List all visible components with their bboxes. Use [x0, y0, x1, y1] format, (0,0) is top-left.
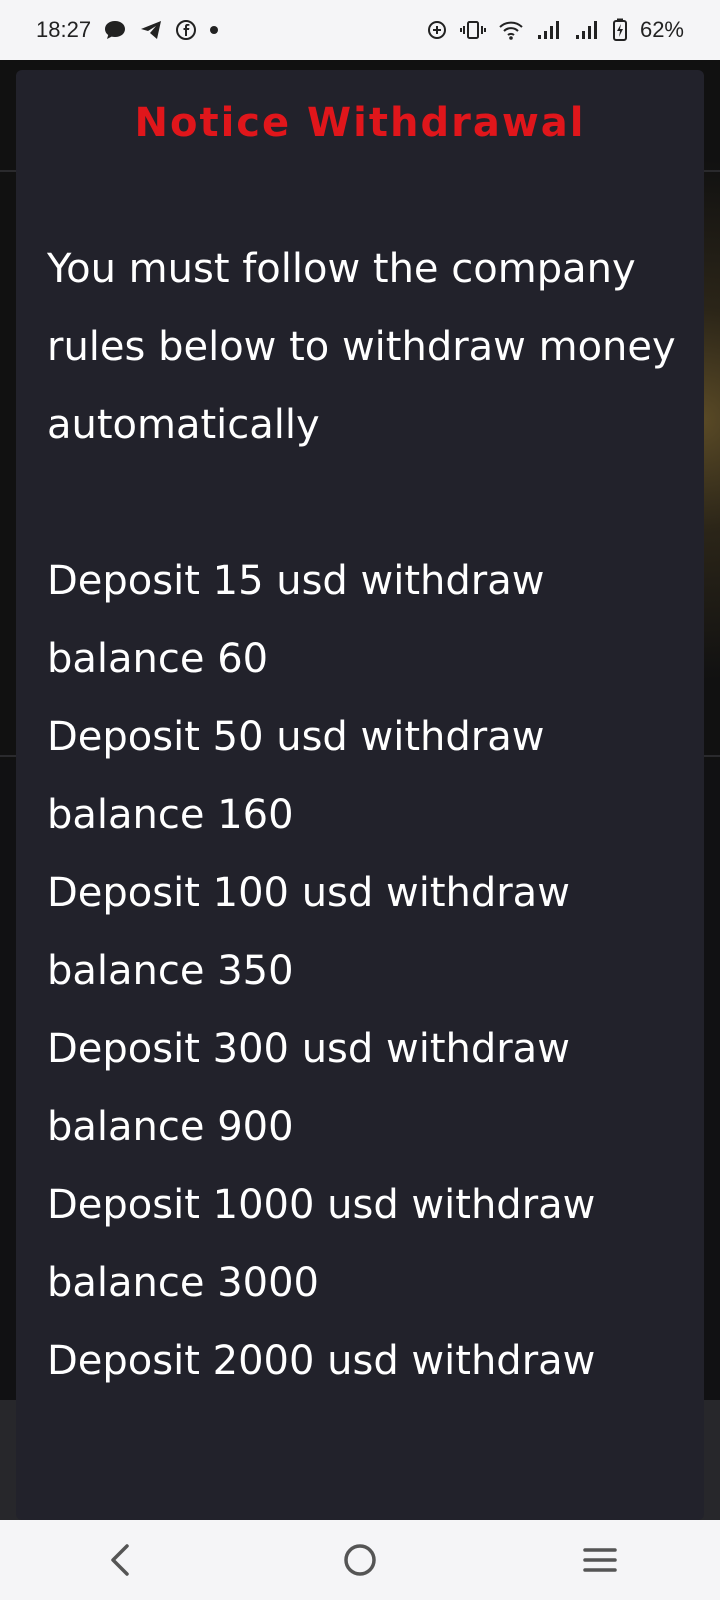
wifi-icon — [498, 19, 524, 41]
withdrawal-notice-modal: Notice Withdrawal You must follow the co… — [16, 70, 704, 1520]
status-bar-left: 18:27 — [36, 17, 219, 43]
rule-item: Deposit 15 usd withdraw balance 60 — [47, 558, 545, 682]
dot-icon — [209, 25, 219, 35]
home-icon — [344, 1544, 376, 1576]
rule-item: Deposit 2000 usd withdraw — [47, 1338, 596, 1384]
battery-charging-icon — [612, 18, 628, 42]
signal-icon — [536, 19, 562, 41]
status-bar-right: 62% — [426, 17, 684, 43]
telegram-icon — [139, 19, 163, 41]
rule-item: Deposit 300 usd withdraw balance 900 — [47, 1026, 570, 1150]
recents-icon — [583, 1548, 617, 1572]
system-nav-bar — [0, 1520, 720, 1600]
facebook-icon — [175, 19, 197, 41]
chat-bubble-icon — [103, 19, 127, 41]
modal-title: Notice Withdrawal — [134, 100, 586, 146]
rule-item: Deposit 1000 usd withdraw balance 3000 — [47, 1182, 596, 1306]
intro-text: You must follow the company rules below … — [47, 246, 676, 448]
battery-percent: 62% — [639, 17, 684, 42]
modal-body: You must follow the company rules below … — [47, 230, 677, 1400]
status-bar: 18:27 62% — [0, 0, 720, 60]
signal-icon — [574, 19, 600, 41]
clock: 18:27 — [36, 17, 92, 42]
home-button[interactable] — [320, 1530, 400, 1590]
data-saver-icon — [426, 19, 448, 41]
rule-item: Deposit 50 usd withdraw balance 160 — [47, 714, 545, 838]
back-button[interactable] — [80, 1530, 160, 1590]
rule-item: Deposit 100 usd withdraw balance 350 — [47, 870, 570, 994]
recents-button[interactable] — [560, 1530, 640, 1590]
back-icon — [111, 1544, 129, 1576]
vibrate-icon — [459, 19, 486, 41]
